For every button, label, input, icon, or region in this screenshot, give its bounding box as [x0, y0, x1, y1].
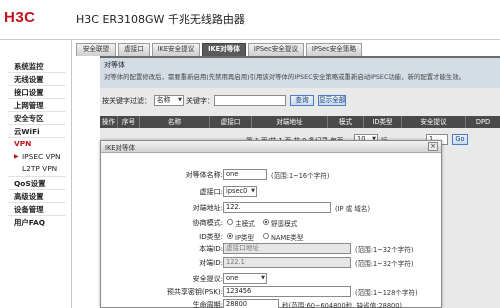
tab-security-association[interactable]: 安全联盟 — [76, 43, 116, 56]
sidebar-item-internet-mgmt[interactable]: 上网管理 — [14, 100, 44, 111]
keyword-label: 关键字： — [186, 97, 214, 105]
security-proposal-label: 安全提议: — [192, 275, 223, 283]
chevron-down-icon: ▼ — [251, 188, 255, 194]
col-name: 名称 — [140, 116, 210, 128]
keyword-input[interactable] — [214, 95, 286, 106]
col-dpd: DPD — [475, 118, 491, 126]
vif-value: ipsec0 — [226, 187, 248, 195]
panel-title: 对等体 — [104, 61, 125, 69]
col-peer-address: 对端地址 — [252, 116, 328, 128]
filter-field-value: 名称 — [157, 96, 171, 104]
main-mode-radio[interactable] — [227, 219, 233, 225]
sidebar-subitem-ipsec-vpn[interactable]: IPSEC VPN — [22, 152, 61, 161]
router-model-title: H3C ER3108GW 千兆无线路由器 — [76, 13, 245, 26]
sidebar-item-wireless[interactable]: 无线设置 — [14, 74, 44, 85]
ike-peer-dialog: IKE对等体 × 对等体名称: one (范围:1~16个字符) 虚接口: ip… — [100, 140, 442, 308]
dialog-titlebar: IKE对等体 × — [101, 141, 441, 153]
close-icon[interactable]: × — [428, 142, 438, 151]
panel-header: 对等体 对等体的配置修改后，需要重新启用(先禁用再启用)引用该对等体的IPSEC… — [100, 58, 500, 88]
peer-address-hint: (IP 或 域名) — [335, 205, 371, 213]
query-button[interactable]: 查询 — [290, 95, 314, 106]
remote-id-input[interactable]: 122.1 — [223, 257, 351, 268]
sidebar-item-qos[interactable]: QoS设置 — [14, 178, 45, 189]
go-button[interactable]: Go — [452, 134, 468, 145]
tab-virtual-interface[interactable]: 虚接口 — [118, 43, 150, 56]
h3c-logo: H3C — [4, 9, 36, 26]
security-proposal-value: one — [226, 274, 239, 282]
sidebar-subitem-l2tp-vpn[interactable]: L2TP VPN — [22, 164, 57, 173]
caret-right-icon: ▶ — [14, 153, 19, 160]
local-id-label: 本端ID: — [199, 245, 223, 253]
col-vif: 虚接口 — [210, 116, 252, 128]
aggressive-mode-radio[interactable] — [263, 219, 269, 225]
sidebar-divider — [8, 137, 66, 138]
show-all-button[interactable]: 显示全部 — [318, 95, 346, 106]
ip-type-radio[interactable] — [227, 233, 233, 239]
peer-name-label: 对等体名称: — [185, 171, 223, 179]
panel-description: 对等体的配置修改后，需要重新启用(先禁用再启用)引用该对等体的IPSEC安全策略… — [104, 73, 466, 81]
peer-address-input[interactable]: 122. — [223, 202, 331, 213]
keyword-filter-label: 按关键字过滤： — [102, 97, 151, 105]
id-type-label: ID类型: — [199, 233, 223, 241]
peer-table-header: 操作 序号 名称 虚接口 对端地址 模式 ID类型 安全提议 DPD — [100, 116, 500, 128]
lifetime-input[interactable]: 28800 — [223, 299, 279, 308]
sidebar-divider — [8, 72, 66, 73]
filter-field-select[interactable]: 名称 ▼ — [154, 95, 184, 106]
aggressive-mode-label: 野蛮模式 — [271, 220, 298, 228]
psk-input[interactable]: 123456 — [223, 286, 351, 297]
sidebar-divider — [8, 111, 66, 112]
vif-label: 虚接口: — [199, 188, 223, 196]
remote-id-hint: (范围:1~32个字符) — [355, 260, 414, 268]
sidebar-item-device-mgmt[interactable]: 设备管理 — [14, 204, 44, 215]
chevron-down-icon: ▼ — [178, 97, 182, 103]
search-bar: 按关键字过滤： 名称 ▼ 关键字： 查询 显示全部 — [100, 90, 500, 112]
lifetime-label: 生命周期: — [192, 301, 223, 308]
sidebar-nav: 系统监控 无线设置 接口设置 上网管理 安全专区 云WiFi VPN ▶ IPS… — [0, 40, 72, 308]
sidebar-item-security[interactable]: 安全专区 — [14, 113, 44, 124]
vif-select[interactable]: ipsec0 ▼ — [223, 186, 257, 197]
col-proposal: 安全提议 — [402, 116, 466, 128]
local-id-hint: (范围:1~32个字符) — [355, 246, 414, 254]
sidebar-divider — [8, 189, 66, 190]
sidebar-item-faq[interactable]: 用户FAQ — [14, 217, 45, 228]
peer-name-hint: (范围:1~16个字符) — [271, 172, 330, 180]
psk-label: 预共享密钥(PSK): — [166, 288, 223, 296]
tab-ike-proposal[interactable]: IKE安全提议 — [152, 43, 200, 56]
ip-type-label: IP类型 — [235, 234, 255, 242]
dialog-title: IKE对等体 — [105, 144, 136, 152]
tab-ipsec-policy[interactable]: IPSec安全策略 — [306, 43, 362, 56]
name-type-label: NAME类型 — [271, 234, 304, 242]
sidebar-divider — [8, 215, 66, 216]
col-operation: 操作 — [100, 116, 118, 128]
sidebar-divider — [8, 202, 66, 203]
chevron-down-icon: ▼ — [261, 275, 265, 281]
col-index: 序号 — [118, 116, 140, 128]
tab-ipsec-proposal[interactable]: IPSec安全提议 — [248, 43, 304, 56]
col-mode: 模式 — [328, 116, 364, 128]
name-type-radio[interactable] — [263, 233, 269, 239]
sidebar-divider — [8, 124, 66, 125]
remote-id-label: 对端ID: — [199, 259, 223, 267]
main-mode-label: 主模式 — [235, 220, 255, 228]
sidebar-item-vpn[interactable]: VPN — [14, 139, 31, 148]
local-id-input[interactable]: 虚接口地址 — [223, 243, 351, 254]
sidebar-item-cloud-wifi[interactable]: 云WiFi — [14, 126, 40, 137]
psk-hint: (范围:1~128个字符) — [355, 289, 418, 297]
tab-bar: 安全联盟 虚接口 IKE安全提议 IKE对等体 IPSec安全提议 IPSec安… — [76, 43, 500, 56]
sidebar-divider — [8, 176, 66, 177]
negotiation-mode-label: 协商模式: — [192, 219, 223, 227]
app-header: H3C H3C ER3108GW 千兆无线路由器 — [0, 0, 500, 40]
peer-name-input[interactable]: one — [223, 169, 267, 180]
col-id-type: ID类型 — [364, 116, 402, 128]
sidebar-item-advanced[interactable]: 高级设置 — [14, 191, 44, 202]
sidebar-item-interface[interactable]: 接口设置 — [14, 87, 44, 98]
peer-address-label: 对端地址: — [192, 204, 223, 212]
security-proposal-select[interactable]: one ▼ — [223, 273, 267, 284]
lifetime-hint: 秒(范围:60~604800秒, 缺省值:28800) — [282, 302, 402, 308]
sidebar-divider — [8, 98, 66, 99]
sidebar-item-system-monitor[interactable]: 系统监控 — [14, 61, 44, 72]
sidebar-divider — [8, 85, 66, 86]
tab-ike-peer[interactable]: IKE对等体 — [202, 43, 246, 56]
